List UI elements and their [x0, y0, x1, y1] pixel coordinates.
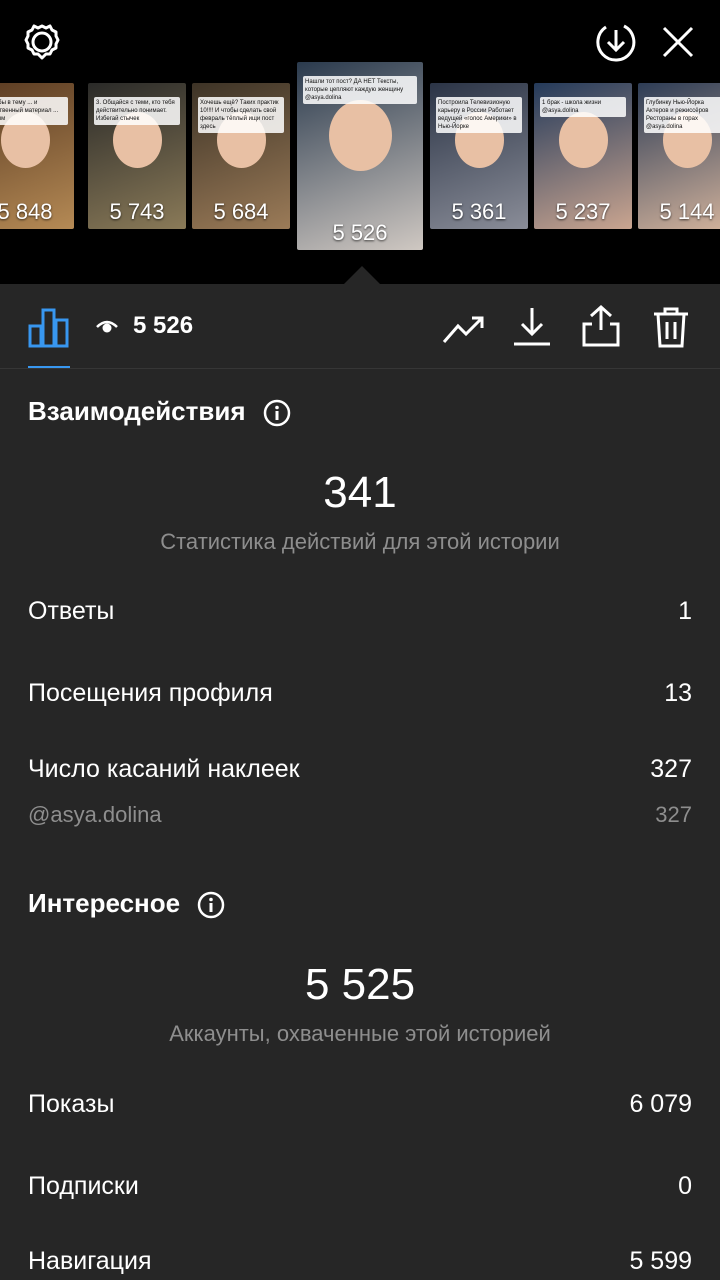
stat-value: 5 599 — [629, 1247, 692, 1275]
stat-label: Подписки — [28, 1172, 139, 1200]
trash-icon[interactable] — [652, 306, 690, 348]
stat-label: Посещения профиля — [28, 679, 273, 707]
stat-value: 327 — [650, 755, 692, 783]
info-icon[interactable] — [263, 399, 291, 427]
thumbnail-caption: Хочешь ещё? Таких практик 10!!!! И чтобы… — [198, 97, 284, 133]
stat-label: Число касаний наклеек — [28, 755, 300, 783]
insights-toolbar: 5 526 — [0, 284, 720, 369]
stat-label: Показы — [28, 1090, 115, 1118]
stat-label: Ответы — [28, 597, 115, 625]
trending-icon[interactable] — [442, 308, 486, 348]
stat-value: 1 — [678, 597, 692, 625]
thumbnail-views: 5 144 — [659, 199, 715, 224]
stat-value: 0 — [678, 1172, 692, 1200]
info-icon[interactable] — [197, 891, 225, 919]
story-thumbnail[interactable]: Глубинку Нью-Йорка Актеров и режиссёров … — [638, 83, 720, 229]
stat-value: 13 — [664, 679, 692, 707]
thumbnail-caption: Глубинку Нью-Йорка Актеров и режиссёров … — [644, 97, 720, 133]
thumbnail-image — [328, 99, 392, 172]
download-icon[interactable] — [512, 306, 552, 348]
interactions-caption: Статистика действий для этой истории — [160, 529, 560, 554]
stat-value: 327 — [655, 802, 692, 827]
thumbnail-caption: 1 брак - школа жизни @asya.dolina — [540, 97, 626, 117]
thumbnail-views: 5 684 — [213, 199, 269, 224]
active-tab-indicator — [28, 366, 70, 368]
thumbnail-caption: 3. Общайся с теми, кто тебя действительн… — [94, 97, 180, 125]
discovery-title: Интересное — [28, 888, 181, 918]
thumbnail-views: 5 848 — [0, 199, 53, 224]
stories-header: ...чтобы в тему ... и качественный матер… — [0, 0, 720, 284]
thumbnail-caption: Построила Телевизионую карьеру в России … — [436, 97, 522, 133]
download-circle-icon[interactable] — [594, 20, 638, 64]
interactions-title: Взаимодействия — [28, 396, 246, 426]
story-thumbnail[interactable]: 3. Общайся с теми, кто тебя действительн… — [88, 83, 186, 229]
discovery-section-title: Интересное — [28, 888, 225, 919]
close-icon[interactable] — [660, 24, 696, 60]
selected-story-pointer — [344, 266, 380, 284]
thumbnail-views: 5 743 — [109, 199, 165, 224]
story-thumbnail[interactable]: ...чтобы в тему ... и качественный матер… — [0, 83, 74, 229]
eye-icon — [96, 320, 118, 333]
interactions-section-title: Взаимодействия — [28, 396, 291, 427]
story-thumbnail[interactable]: Построила Телевизионую карьеру в России … — [430, 83, 528, 229]
settings-gear-icon[interactable] — [20, 20, 64, 64]
thumbnail-views: 5 526 — [332, 220, 388, 245]
thumbnail-caption: ...чтобы в тему ... и качественный матер… — [0, 97, 68, 125]
thumbnail-views: 5 237 — [555, 199, 611, 224]
bar-chart-icon[interactable] — [28, 306, 70, 348]
views-count: 5 526 — [133, 312, 194, 339]
thumbnail-caption: Нашли тот пост? ДА НЕТ Тексты, которые ц… — [303, 76, 417, 104]
interactions-total: 341 — [323, 468, 397, 517]
discovery-total: 5 525 — [304, 960, 416, 1009]
story-thumbnail-selected[interactable]: Нашли тот пост? ДА НЕТ Тексты, которые ц… — [297, 62, 423, 250]
story-thumbnail[interactable]: 1 брак - школа жизни @asya.dolina 5 237 — [534, 83, 632, 229]
stat-label: @asya.dolina — [28, 802, 162, 827]
stat-value: 6 079 — [629, 1090, 692, 1118]
thumbnail-image — [558, 112, 608, 168]
stat-label: Навигация — [28, 1247, 152, 1275]
thumbnail-views: 5 361 — [451, 199, 507, 224]
discovery-caption: Аккаунты, охваченные этой историей — [169, 1021, 551, 1046]
share-icon[interactable] — [580, 304, 622, 348]
story-thumbnail[interactable]: Хочешь ещё? Таких практик 10!!!! И чтобы… — [192, 83, 290, 229]
